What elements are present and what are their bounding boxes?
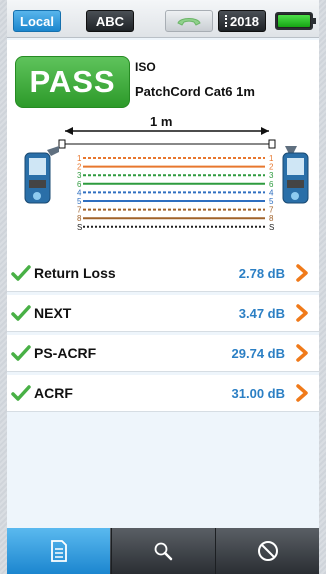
status-bar: Local ABC 2018 [7,0,319,38]
battery-level [278,15,310,27]
wire-pairs: 1 12 23 36 64 45 57 78 8S S [77,154,274,232]
result-header: PASS ISO PatchCord Cat6 1m 1 m 1 1 2 2 3… [7,40,319,255]
right-pin-label: S [269,223,274,232]
document-icon [50,540,67,562]
battery-icon [275,12,316,30]
main-tester-icon [24,146,59,204]
test-name: PS-ACRF [34,345,97,361]
chevron-right-icon [296,264,308,282]
chevron-right-icon [296,344,308,362]
check-icon [11,265,31,281]
battery-terminal [313,18,316,24]
cancel-icon [257,541,278,561]
chevron-right-icon [296,304,308,322]
project-label: 2018 [230,13,259,29]
test-name: NEXT [34,305,72,321]
test-value: 2.78 dB [238,266,285,281]
tab-search[interactable] [111,528,214,574]
check-icon [11,385,31,401]
left-pin-label: S [77,223,82,232]
result-row-acrf[interactable]: ACRF 31.00 dB [7,375,319,412]
length-arrow [58,127,276,149]
test-name: ACRF [34,385,73,401]
test-value: 29.74 dB [231,346,285,361]
search-icon [154,542,173,561]
result-row-return-loss[interactable]: Return Loss 2.78 dB [7,255,319,292]
project-button[interactable]: 2018 [218,10,266,32]
remote-tester-icon [282,146,309,204]
project-icon [225,15,228,27]
tab-cancel[interactable] [215,528,319,574]
phone-button[interactable] [165,10,213,32]
device-screen: Local ABC 2018 PASS ISO PatchCord Cat6 1… [7,0,319,574]
result-row-ps-acrf[interactable]: PS-ACRF 29.74 dB [7,335,319,372]
chevron-right-icon [296,384,308,402]
test-value: 31.00 dB [231,386,285,401]
phone-icon [177,18,201,26]
test-value: 3.47 dB [238,306,285,321]
check-icon [11,305,31,321]
local-button[interactable]: Local [13,10,61,32]
results-list: Return Loss 2.78 dB NEXT 3.47 dB PS-ACRF… [7,255,319,415]
wiremap-diagram[interactable]: 1 12 23 36 64 45 57 78 8S S [7,40,319,255]
abc-button[interactable]: ABC [86,10,134,32]
check-icon [11,345,31,361]
tab-results[interactable] [7,528,110,574]
result-row-next[interactable]: NEXT 3.47 dB [7,295,319,332]
test-name: Return Loss [34,265,116,281]
bottom-tab-bar [7,528,319,574]
